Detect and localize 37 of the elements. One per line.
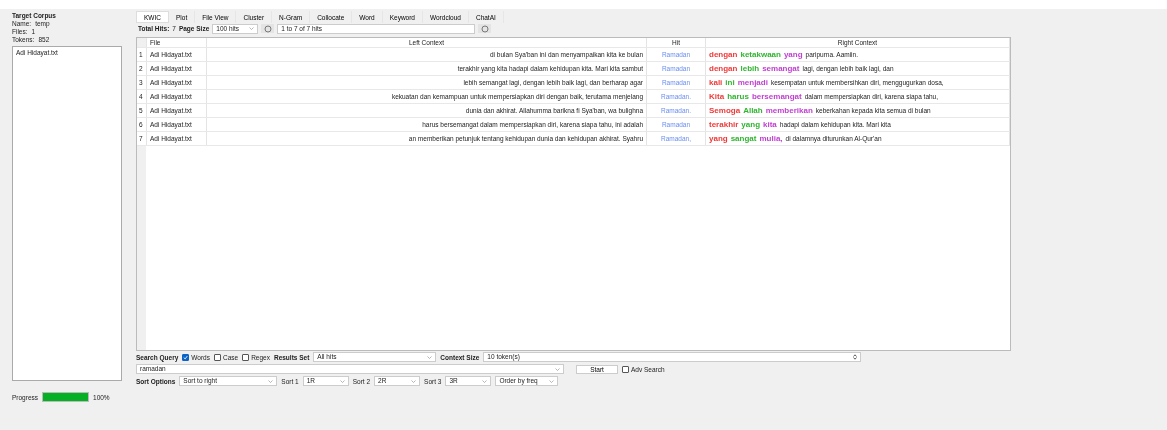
context-word: kali	[709, 78, 723, 87]
caret-icon	[427, 355, 433, 359]
caret-icon	[411, 379, 417, 383]
context-word: semangat	[762, 64, 800, 73]
context-word: menjadi	[737, 78, 768, 87]
context-word: mulia,	[759, 134, 783, 143]
context-word: Kita	[709, 92, 725, 101]
spinner-arrows-icon[interactable]	[853, 354, 858, 360]
context-word: Allah	[743, 106, 763, 115]
caret-icon	[268, 379, 274, 383]
caret-icon	[482, 379, 488, 383]
context-word: kita	[763, 120, 777, 129]
checkbox[interactable]	[242, 353, 250, 361]
context-word: bersemangat	[751, 92, 802, 101]
checkbox[interactable]	[622, 365, 629, 373]
context-word: dengan	[709, 50, 738, 59]
context-word: yang	[741, 120, 761, 129]
caret-icon	[555, 367, 560, 371]
refresh-button[interactable]	[478, 24, 492, 33]
checkbox[interactable]	[213, 353, 221, 361]
context-word: harus	[727, 92, 749, 101]
context-word: sangat	[730, 134, 757, 143]
context-word: memberikan	[765, 106, 813, 115]
context-word: Semoga	[709, 106, 741, 115]
progress-bar	[42, 392, 89, 402]
caret-icon	[339, 379, 345, 383]
context-word: ketakwaan	[740, 50, 781, 59]
caret-icon	[549, 379, 555, 383]
context-word: terakhir	[709, 120, 739, 129]
context-word: yang	[709, 134, 728, 143]
caret-icon	[249, 27, 255, 30]
context-word: ini	[725, 78, 735, 87]
context-word: yang	[783, 50, 803, 59]
context-word: dengan	[709, 64, 738, 73]
refresh-button[interactable]	[261, 24, 275, 33]
context-word: lebih	[740, 64, 760, 73]
checkbox[interactable]	[182, 353, 190, 361]
